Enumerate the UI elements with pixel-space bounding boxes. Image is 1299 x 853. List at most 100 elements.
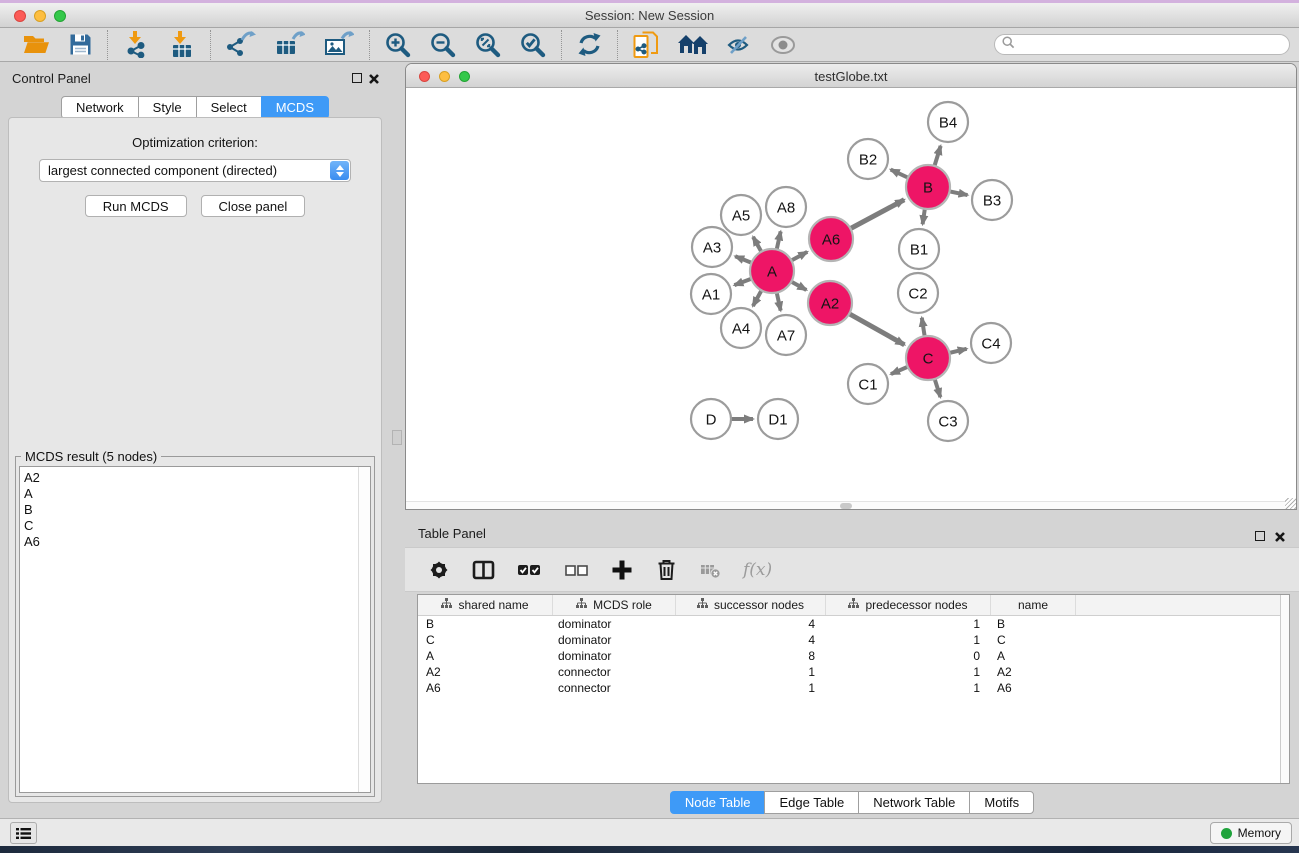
table-cell[interactable]: dominator [553, 617, 676, 631]
task-history-button[interactable] [10, 822, 37, 844]
import-network-icon[interactable] [123, 31, 150, 58]
tab-edge-table[interactable]: Edge Table [764, 791, 859, 814]
close-panel-button[interactable]: Close panel [201, 195, 306, 217]
hide-graphics-details-icon[interactable] [727, 34, 751, 56]
settings-gear-icon[interactable] [428, 559, 450, 581]
zoom-selected-icon[interactable] [520, 32, 546, 58]
result-list-item[interactable]: A2 [20, 470, 370, 486]
table-cell[interactable]: 1 [826, 633, 991, 647]
column-header-predecessor-nodes[interactable]: predecessor nodes [826, 595, 991, 615]
node-label-A1: A1 [702, 286, 720, 303]
search-icon [1002, 36, 1015, 54]
network-graph[interactable]: AA1A2A3A4A5A6A7A8BB1B2B3B4CC1C2C3C4DD1 [406, 89, 1295, 509]
table-cell[interactable]: A6 [418, 681, 553, 695]
table-row[interactable]: Bdominator41B [418, 616, 1289, 632]
table-cell[interactable]: A [991, 649, 1076, 663]
search-field[interactable] [994, 34, 1290, 55]
network-canvas[interactable]: AA1A2A3A4A5A6A7A8BB1B2B3B4CC1C2C3C4DD1 [406, 89, 1296, 509]
table-cell[interactable]: connector [553, 681, 676, 695]
list-icon [16, 827, 31, 840]
table-cell[interactable]: 1 [826, 617, 991, 631]
import-table-icon[interactable] [169, 31, 195, 58]
save-session-icon[interactable] [69, 33, 92, 56]
export-image-icon[interactable] [324, 31, 354, 58]
table-cell[interactable]: 4 [676, 617, 826, 631]
tab-network-table[interactable]: Network Table [858, 791, 970, 814]
table-cell[interactable]: 1 [676, 681, 826, 695]
app-titlebar: Session: New Session [0, 3, 1299, 28]
network-hscrollbar[interactable] [406, 501, 1285, 509]
table-toolbar: f(x) [405, 547, 1299, 592]
column-header-mcds-role[interactable]: MCDS role [553, 595, 676, 615]
hierarchy-column-icon [576, 598, 587, 612]
float-panel-icon[interactable] [1255, 531, 1265, 541]
node-label-B1: B1 [910, 241, 928, 258]
tab-mcds[interactable]: MCDS [261, 96, 329, 119]
result-list-item[interactable]: A6 [20, 534, 370, 550]
table-cell[interactable]: C [991, 633, 1076, 647]
table-cell[interactable]: C [418, 633, 553, 647]
result-list-item[interactable]: B [20, 502, 370, 518]
table-cell[interactable]: 1 [826, 681, 991, 695]
new-session-from-selection-icon[interactable] [633, 31, 659, 59]
close-panel-icon[interactable] [1274, 530, 1286, 542]
table-scrollbar[interactable] [1280, 595, 1289, 783]
table-cell[interactable]: 8 [676, 649, 826, 663]
window-resize-grip[interactable] [1285, 498, 1296, 509]
tab-select[interactable]: Select [196, 96, 262, 119]
tab-style[interactable]: Style [138, 96, 197, 119]
node-label-B3: B3 [983, 192, 1001, 209]
table-row[interactable]: Adominator80A [418, 648, 1289, 664]
mcds-result-list[interactable]: A2ABCA6 [19, 466, 371, 793]
tab-network[interactable]: Network [61, 96, 139, 119]
zoom-fit-icon[interactable] [475, 32, 501, 58]
table-cell[interactable]: B [418, 617, 553, 631]
table-row[interactable]: A2connector11A2 [418, 664, 1289, 680]
result-list-scrollbar[interactable] [358, 467, 370, 792]
column-header-successor-nodes[interactable]: successor nodes [676, 595, 826, 615]
criterion-dropdown[interactable]: largest connected component (directed) [39, 159, 351, 182]
network-window-titlebar[interactable]: testGlobe.txt [406, 64, 1296, 88]
table-cell[interactable]: 1 [676, 665, 826, 679]
node-table[interactable]: shared nameMCDS rolesuccessor nodesprede… [417, 594, 1290, 784]
memory-button[interactable]: Memory [1210, 822, 1292, 844]
table-cell[interactable]: A2 [991, 665, 1076, 679]
column-header-name[interactable]: name [991, 595, 1076, 615]
export-network-icon[interactable] [226, 31, 256, 58]
table-cell[interactable]: dominator [553, 633, 676, 647]
close-panel-icon[interactable] [368, 72, 380, 84]
table-row[interactable]: A6connector11A6 [418, 680, 1289, 696]
select-all-icon[interactable] [517, 560, 542, 580]
table-cell[interactable]: A [418, 649, 553, 663]
add-row-icon[interactable] [611, 559, 633, 581]
float-panel-icon[interactable] [352, 73, 362, 83]
zoom-in-icon[interactable] [385, 32, 411, 58]
table-cell[interactable]: 4 [676, 633, 826, 647]
table-cell[interactable]: A2 [418, 665, 553, 679]
unselect-all-icon[interactable] [564, 560, 589, 580]
tab-motifs[interactable]: Motifs [969, 791, 1034, 814]
search-input[interactable] [1019, 36, 1289, 53]
table-cell[interactable]: 1 [826, 665, 991, 679]
table-cell[interactable]: 0 [826, 649, 991, 663]
zoom-out-icon[interactable] [430, 32, 456, 58]
open-file-icon[interactable] [23, 33, 50, 56]
node-label-B2: B2 [859, 151, 877, 168]
table-cell[interactable]: connector [553, 665, 676, 679]
table-cell[interactable]: dominator [553, 649, 676, 663]
table-cell[interactable]: B [991, 617, 1076, 631]
column-view-icon[interactable] [472, 559, 495, 581]
run-mcds-button[interactable]: Run MCDS [85, 195, 187, 217]
node-label-B: B [923, 179, 933, 196]
home-icon[interactable] [678, 33, 708, 56]
result-list-item[interactable]: C [20, 518, 370, 534]
delete-row-icon[interactable] [655, 558, 678, 581]
tab-node-table[interactable]: Node Table [670, 791, 766, 814]
table-cell[interactable]: A6 [991, 681, 1076, 695]
result-list-item[interactable]: A [20, 486, 370, 502]
column-header-shared-name[interactable]: shared name [418, 595, 553, 615]
export-table-icon[interactable] [275, 31, 305, 58]
table-row[interactable]: Cdominator41C [418, 632, 1289, 648]
refresh-layout-icon[interactable] [577, 32, 602, 57]
split-divider-handle[interactable] [392, 430, 402, 445]
